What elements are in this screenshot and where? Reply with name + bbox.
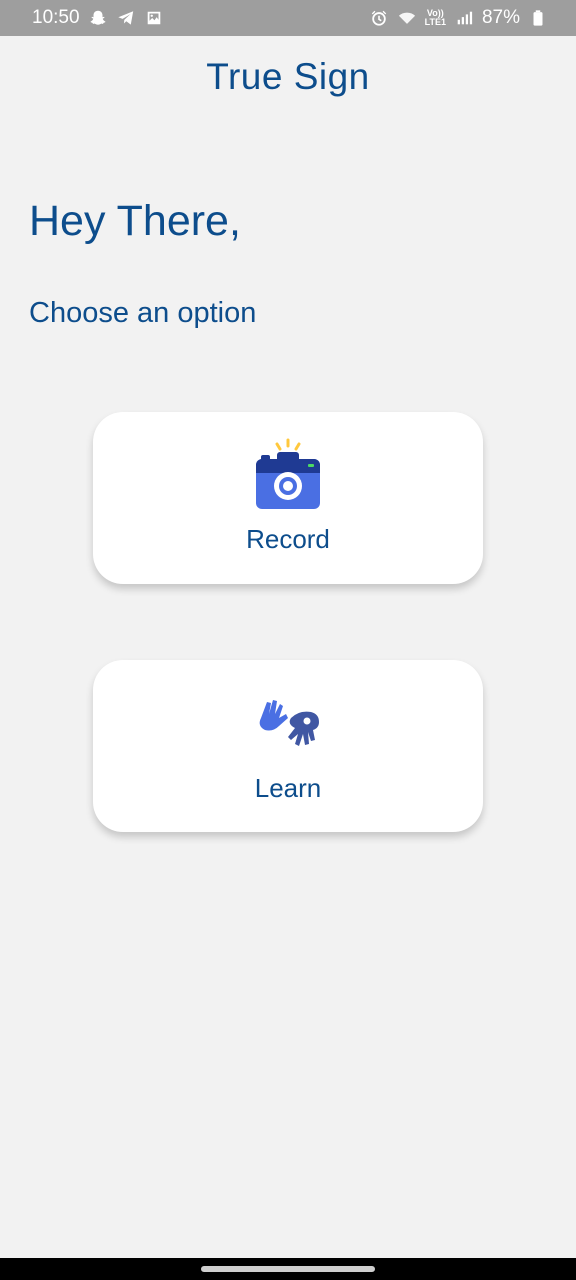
learn-label: Learn [254,773,322,803]
choose-option-subtitle: Choose an option [29,297,257,329]
app-title: True Sign [206,56,370,97]
status-bar: 10:50 Vo)) LTE1 87% [0,0,576,36]
record-button[interactable]: Record [93,412,483,584]
alarm-icon [369,8,389,28]
home-gesture-handle[interactable] [201,1266,375,1272]
telegram-icon [116,8,136,28]
snapchat-icon [88,8,108,28]
signal-icon [454,8,474,28]
status-left: 10:50 [32,7,164,29]
volte-bottom: LTE1 [424,17,446,27]
camera-icon [256,438,320,509]
battery-icon [528,8,548,28]
record-label: Record [246,524,330,554]
battery-percent: 87% [481,7,520,28]
screen: 10:50 Vo)) LTE1 87% True Sign Hey There,… [0,0,576,1280]
navigation-bar [0,1258,576,1280]
gallery-icon [144,8,164,28]
learn-button[interactable]: Learn [93,660,483,832]
greeting-heading: Hey There, [29,197,241,245]
volte-indicator: Vo)) LTE1 [425,9,446,27]
sign-language-icon [259,700,319,746]
status-time: 10:50 [32,7,80,28]
status-right: Vo)) LTE1 87% [369,7,548,29]
wifi-icon [397,8,417,28]
